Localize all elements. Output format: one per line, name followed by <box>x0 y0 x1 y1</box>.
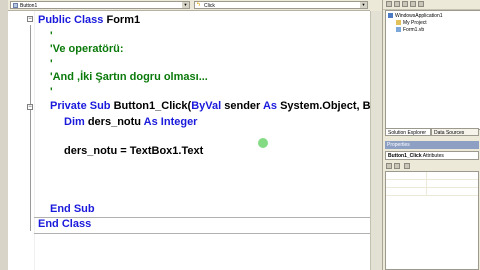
event-lightning-icon: ϟ <box>197 2 201 9</box>
code-text: System.Object, B <box>277 100 370 112</box>
property-pages-icon[interactable] <box>404 163 410 169</box>
code-line-7: Private Sub Button1_Click(ByVal sender A… <box>50 100 370 113</box>
collapse-class-icon[interactable]: − <box>27 16 33 22</box>
properties-toolbar-icon[interactable] <box>386 1 392 7</box>
property-row <box>386 180 478 188</box>
chevron-down-icon[interactable]: ▼ <box>360 2 367 8</box>
code-keyword: As <box>262 100 278 112</box>
code-editor[interactable]: − − Public Class Form1 ' 'Ve operatörü: … <box>8 11 370 270</box>
code-keyword: Public Class <box>38 14 104 26</box>
tree-item-project[interactable]: WindowsApplication1 <box>388 13 443 19</box>
panel-tabs: Solution Explorer Data Sources <box>385 128 479 136</box>
solution-explorer-tree: WindowsApplication1 My Project Form1.vb <box>385 10 480 130</box>
properties-title: Properties <box>385 141 479 149</box>
outline-line-class <box>30 25 31 231</box>
object-dropdown-value: Button1 <box>20 3 38 9</box>
collapse-sub-icon[interactable]: − <box>27 104 33 110</box>
code-keyword: Dim <box>64 116 85 128</box>
code-keyword: ByVal <box>191 100 222 112</box>
properties-grid[interactable] <box>385 171 479 270</box>
code-text: ders_notu <box>84 116 144 128</box>
left-toolbox-strip[interactable] <box>0 0 8 270</box>
tab-solution-explorer[interactable]: Solution Explorer <box>385 128 431 136</box>
property-row <box>386 188 478 196</box>
code-navigation-bar: Button1 ▼ ϟ Click ▼ <box>8 0 370 11</box>
code-text: Form1 <box>103 14 141 26</box>
code-keyword: As Integer <box>143 116 198 128</box>
mouse-cursor-highlight <box>258 138 268 148</box>
tab-label: Solution Explorer <box>388 130 427 136</box>
right-tool-panel: WindowsApplication1 My Project Form1.vb … <box>382 0 480 270</box>
tree-item-label: WindowsApplication1 <box>395 13 443 19</box>
code-line-3: 'Ve operatörü: <box>50 43 124 55</box>
code-line-1: Public Class Form1 <box>38 14 140 27</box>
solution-explorer-toolbar <box>383 0 480 10</box>
property-row <box>386 172 478 180</box>
code-line-5: 'And ,İki Şartın dogru olması... <box>50 71 208 83</box>
properties-object-dropdown[interactable]: Button1_Click Attributes <box>385 151 479 160</box>
code-line-6: ' <box>50 86 53 98</box>
code-text: Button1_Click( <box>110 100 192 112</box>
view-code-icon[interactable] <box>410 1 416 7</box>
tree-item-form1[interactable]: Form1.vb <box>396 27 424 33</box>
categorized-icon[interactable] <box>386 163 392 169</box>
chevron-down-icon[interactable]: ▼ <box>182 2 189 8</box>
code-keyword: Private Sub <box>50 100 111 112</box>
view-designer-icon[interactable] <box>418 1 424 7</box>
code-line-8: Dim ders_notu As Integer <box>64 116 197 129</box>
tab-data-sources[interactable]: Data Sources <box>431 128 479 136</box>
code-line-11: End Class <box>38 218 92 230</box>
properties-object-name: Button1_Click <box>388 153 422 159</box>
form-icon <box>396 27 401 33</box>
tab-label: Data Sources <box>434 130 465 136</box>
button-object-icon <box>13 3 18 9</box>
property-key-cell <box>386 180 427 187</box>
code-line-10: End Sub <box>50 203 95 215</box>
event-dropdown-value: Click <box>204 3 215 9</box>
properties-object-type: Attributes <box>422 153 444 159</box>
outline-gutter: − − <box>8 11 35 270</box>
code-line-4: ' <box>50 58 53 70</box>
properties-toolbar <box>385 162 479 170</box>
code-line-9: ders_notu = TextBox1.Text <box>64 145 204 157</box>
property-key-cell <box>386 172 427 179</box>
alphabetical-icon[interactable] <box>394 163 400 169</box>
show-all-files-icon[interactable] <box>394 1 400 7</box>
property-key-cell <box>386 188 427 195</box>
method-separator <box>34 233 370 234</box>
tree-item-label: Form1.vb <box>403 27 425 33</box>
tree-item-label: My Project <box>403 20 427 26</box>
folder-icon <box>396 20 401 26</box>
tree-item-my-project[interactable]: My Project <box>396 20 427 26</box>
code-line-2: ' <box>50 30 53 42</box>
refresh-icon[interactable] <box>402 1 408 7</box>
object-dropdown[interactable]: Button1 ▼ <box>10 1 190 9</box>
event-dropdown[interactable]: ϟ Click ▼ <box>194 1 368 9</box>
code-text: sender <box>221 100 263 112</box>
project-icon <box>388 13 393 19</box>
